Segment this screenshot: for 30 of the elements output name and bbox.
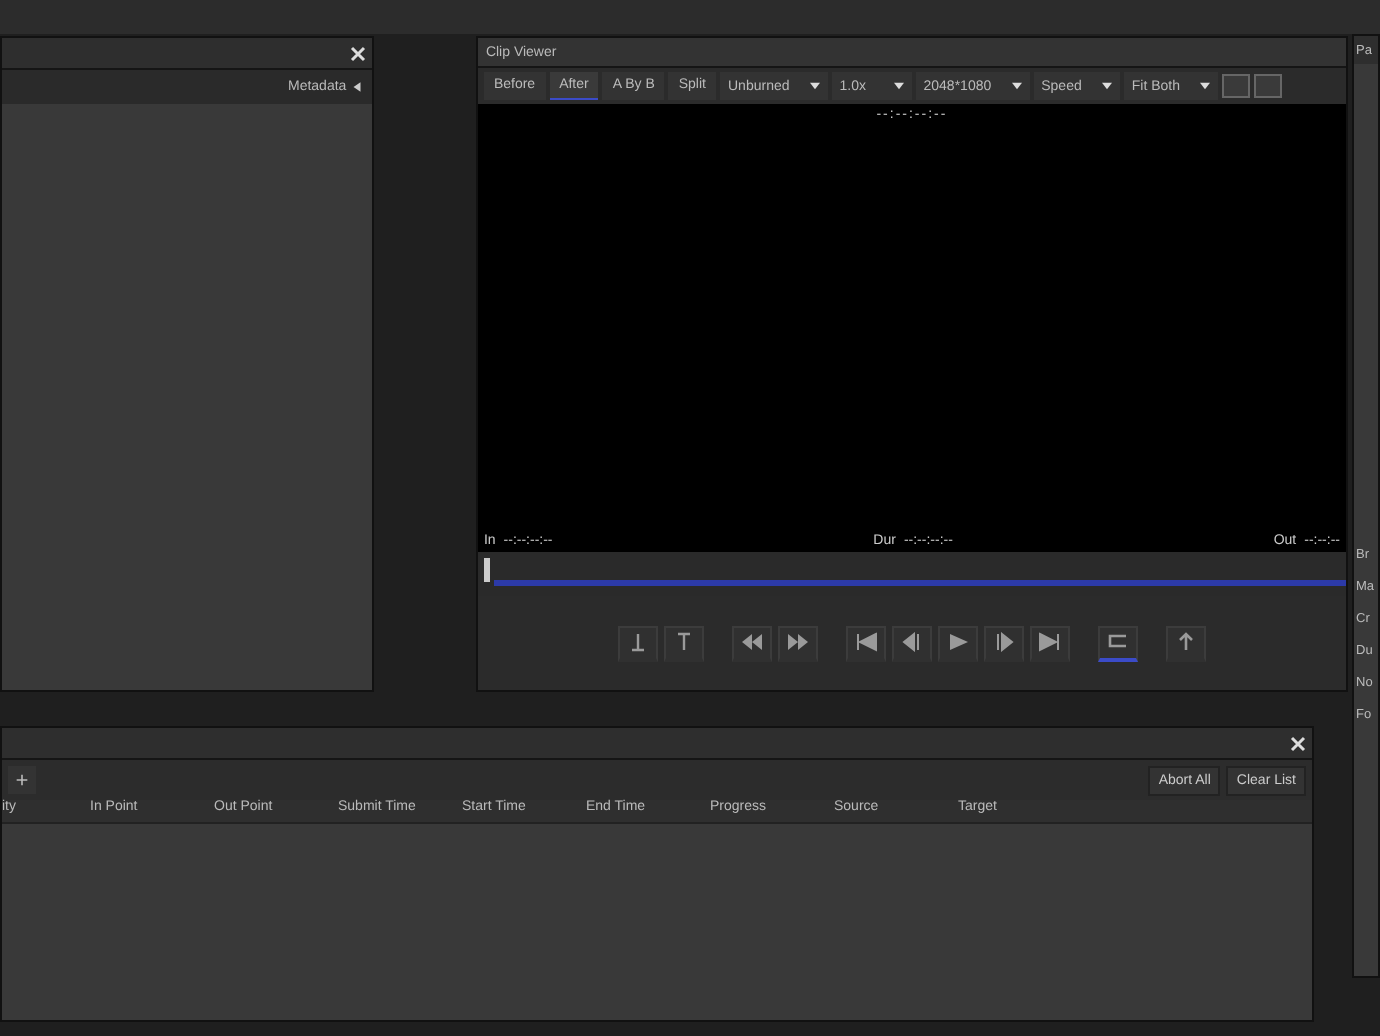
skip-start-icon — [853, 632, 878, 652]
fast-forward-icon — [785, 632, 810, 652]
caret-icon — [1011, 82, 1022, 90]
start-button[interactable] — [845, 625, 886, 661]
step-back-icon — [899, 632, 924, 652]
plus-icon — [14, 772, 30, 788]
close-button[interactable] — [348, 43, 369, 63]
loop-button[interactable] — [1097, 625, 1138, 661]
prev-mark-button[interactable] — [731, 625, 772, 661]
play-button[interactable] — [937, 625, 978, 661]
caret-icon — [809, 82, 820, 90]
step-forward-button[interactable] — [983, 625, 1024, 661]
mark-in-button[interactable] — [617, 625, 658, 661]
play-icon — [945, 632, 970, 652]
end-button[interactable] — [1029, 625, 1070, 661]
caret-icon — [1101, 82, 1112, 90]
close-button[interactable] — [1288, 733, 1308, 753]
loop-icon — [1105, 632, 1130, 652]
collapse-icon — [350, 80, 365, 94]
step-back-button[interactable] — [891, 625, 932, 661]
step-forward-icon — [991, 632, 1016, 652]
export-button[interactable] — [1165, 625, 1206, 661]
rewind-icon — [739, 632, 764, 652]
caret-icon — [1200, 82, 1210, 90]
playhead[interactable] — [483, 558, 490, 582]
add-button[interactable] — [8, 766, 36, 794]
mark-out-button[interactable] — [663, 625, 704, 661]
caret-icon — [893, 82, 904, 90]
skip-end-icon — [1037, 632, 1062, 652]
next-mark-button[interactable] — [777, 625, 818, 661]
